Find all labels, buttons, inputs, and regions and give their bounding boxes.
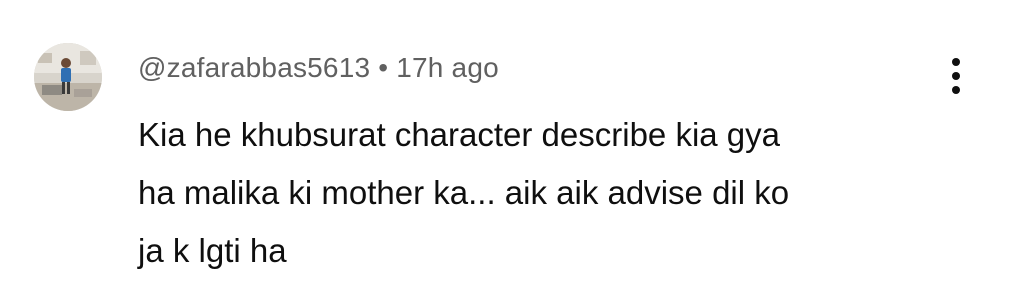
avatar[interactable] [34,43,102,111]
menu-dot [952,58,960,66]
comment-meta: @zafarabbas5613 • 17h ago [138,50,499,86]
menu-dot [952,86,960,94]
comment-card: @zafarabbas5613 • 17h ago Kia he khubsurat… [0,0,1024,288]
author-name[interactable]: @zafarabbas5613 [138,52,370,83]
avatar-photo-icon [34,43,102,111]
comment-text: Kia he khubsurat character describe kia … [138,116,790,269]
comment-timestamp[interactable]: 17h ago [396,52,499,83]
menu-dot [952,72,960,80]
more-vertical-icon[interactable] [938,52,974,100]
meta-separator: • [378,52,389,83]
